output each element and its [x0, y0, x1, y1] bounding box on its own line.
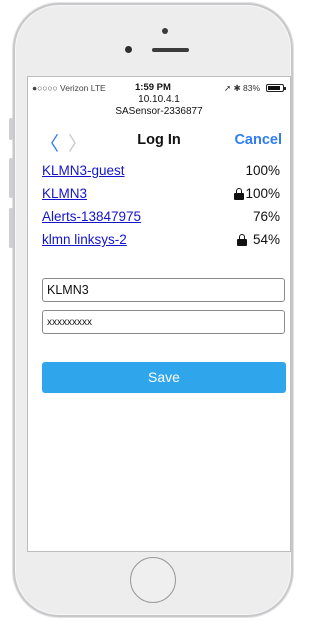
address-ip: 10.10.4.1 [138, 94, 180, 105]
carrier-signal: ●○○○○ Verizon LTE [32, 83, 106, 93]
signal-value: 100% [245, 186, 280, 201]
network-signal: 76% [253, 209, 280, 224]
network-signal: 54% [236, 232, 280, 247]
battery-icon [266, 84, 286, 92]
status-bar: ●○○○○ Verizon LTE 1:59 PM ➚ ✱ 83% [28, 80, 290, 94]
network-row[interactable]: KLMN3 100% [28, 185, 290, 205]
home-button[interactable] [130, 557, 176, 603]
lock-icon [234, 188, 245, 200]
front-camera [125, 46, 132, 53]
password-input[interactable]: xxxxxxxxx [42, 310, 285, 334]
navigation-bar: 〈 〉 Log In Cancel [28, 126, 290, 155]
signal-value: 76% [252, 209, 280, 224]
network-name-link[interactable]: KLMN3-guest [42, 163, 125, 178]
status-indicators: ➚ ✱ 83% [224, 83, 260, 93]
battery-nub [284, 87, 286, 90]
status-time: 1:59 PM [135, 82, 171, 93]
earpiece-speaker [152, 48, 189, 52]
address-device: SASensor-2336877 [115, 106, 203, 117]
lock-icon [236, 234, 247, 246]
network-row[interactable]: KLMN3-guest 100% [28, 162, 290, 182]
network-name-link[interactable]: Alerts-13847975 [42, 209, 141, 224]
network-signal: 100% [234, 186, 280, 201]
signal-value: 100% [245, 163, 280, 178]
volume-up-button [9, 158, 13, 198]
signal-value: 54% [252, 232, 280, 247]
battery-fill [268, 86, 280, 90]
ssid-input[interactable]: KLMN3 [42, 278, 285, 302]
save-button[interactable]: Save [42, 362, 286, 393]
sensor-dot [162, 28, 168, 34]
phone-screen: ●○○○○ Verizon LTE 1:59 PM ➚ ✱ 83% 10.10.… [27, 76, 291, 552]
network-name-link[interactable]: KLMN3 [42, 186, 87, 201]
network-name-link[interactable]: klmn linksys-2 [42, 232, 127, 247]
network-row[interactable]: klmn linksys-2 54% [28, 231, 290, 251]
mute-switch [9, 118, 13, 140]
cancel-button[interactable]: Cancel [234, 132, 282, 148]
volume-down-button [9, 208, 13, 248]
network-signal: 100% [245, 163, 280, 178]
network-row[interactable]: Alerts-13847975 76% [28, 208, 290, 228]
